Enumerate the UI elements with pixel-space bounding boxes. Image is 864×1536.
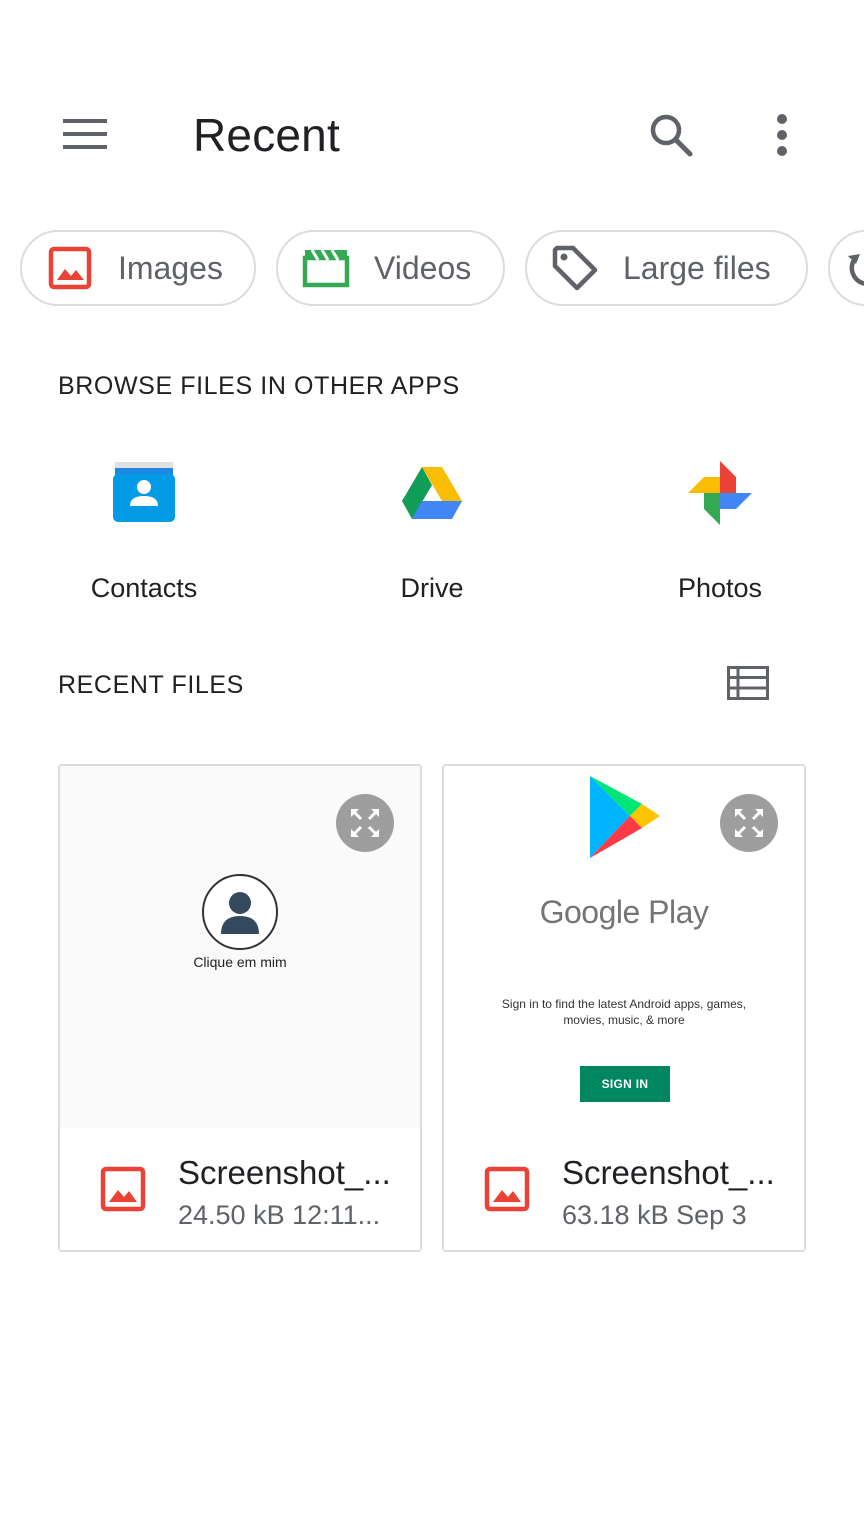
thumbnail-caption: Clique em mim (193, 954, 287, 970)
menu-button[interactable] (52, 104, 120, 164)
search-button[interactable] (638, 102, 704, 168)
page-title: Recent (193, 109, 340, 161)
chip-videos[interactable]: Videos (276, 230, 505, 306)
file-info: 24.50 kB 12:11... (178, 1200, 381, 1230)
tag-icon (552, 245, 598, 291)
app-contacts-label: Contacts (90, 573, 198, 603)
thumbnail-text: Sign in to find the latest Android apps,… (501, 997, 747, 1027)
drive-app-icon (402, 467, 462, 519)
image-icon (48, 246, 92, 290)
expand-button[interactable] (720, 794, 778, 852)
file-name: Screenshot_... (562, 1154, 775, 1191)
top-app-bar: Recent (0, 0, 864, 230)
file-thumbnail[interactable]: Google Play Sign in to find the latest A… (444, 766, 804, 1128)
file-name: Screenshot_... (178, 1154, 391, 1191)
person-icon (221, 892, 259, 934)
list-view-icon (727, 666, 769, 700)
avatar (202, 874, 278, 950)
app-photos[interactable]: Photos (620, 455, 820, 605)
expand-button[interactable] (336, 794, 394, 852)
browse-section-title: BROWSE FILES IN OTHER APPS (58, 372, 460, 400)
file-thumbnail[interactable]: Clique em mim (60, 766, 420, 1128)
chip-images-label: Images (118, 249, 223, 286)
file-meta: Screenshot_... 24.50 kB 12:11... (60, 1128, 420, 1250)
app-drive[interactable]: Drive (332, 455, 532, 605)
hamburger-menu-icon (63, 119, 107, 149)
file-meta: Screenshot_... 63.18 kB Sep 3 (444, 1128, 804, 1250)
photos-app-icon (688, 461, 752, 525)
list-view-button[interactable] (718, 656, 778, 710)
category-chips: Images Videos Large files (0, 230, 864, 308)
file-card[interactable]: Google Play Sign in to find the latest A… (442, 764, 806, 1252)
app-photos-label: Photos (677, 573, 763, 603)
app-drive-label: Drive (400, 573, 464, 603)
app-contacts[interactable]: Contacts (44, 455, 244, 605)
fullscreen-expand-icon (351, 809, 379, 837)
thumbnail-brand: Google Play (539, 894, 709, 930)
thumbnail-sign-in-button: SIGN IN (580, 1066, 670, 1102)
chip-videos-label: Videos (374, 249, 472, 286)
history-icon (848, 254, 864, 286)
image-file-icon (484, 1166, 530, 1212)
more-options-button[interactable] (752, 102, 812, 168)
recent-section-title: RECENT FILES (58, 671, 244, 699)
chip-images[interactable]: Images (20, 230, 256, 306)
contacts-app-icon (113, 462, 175, 522)
movie-clapper-icon (302, 249, 350, 288)
chip-large-files-label: Large files (623, 249, 771, 286)
chip-large-files[interactable]: Large files (525, 230, 808, 306)
file-card[interactable]: Clique em mim Screenshot_... 24.50 kB 12… (58, 764, 422, 1252)
more-vert-icon (777, 114, 787, 156)
file-info: 63.18 kB Sep 3 (562, 1200, 747, 1230)
search-icon (650, 114, 693, 157)
image-file-icon (100, 1166, 146, 1212)
google-play-logo (590, 776, 660, 858)
chip-partial[interactable] (828, 230, 864, 306)
fullscreen-expand-icon (735, 809, 763, 837)
